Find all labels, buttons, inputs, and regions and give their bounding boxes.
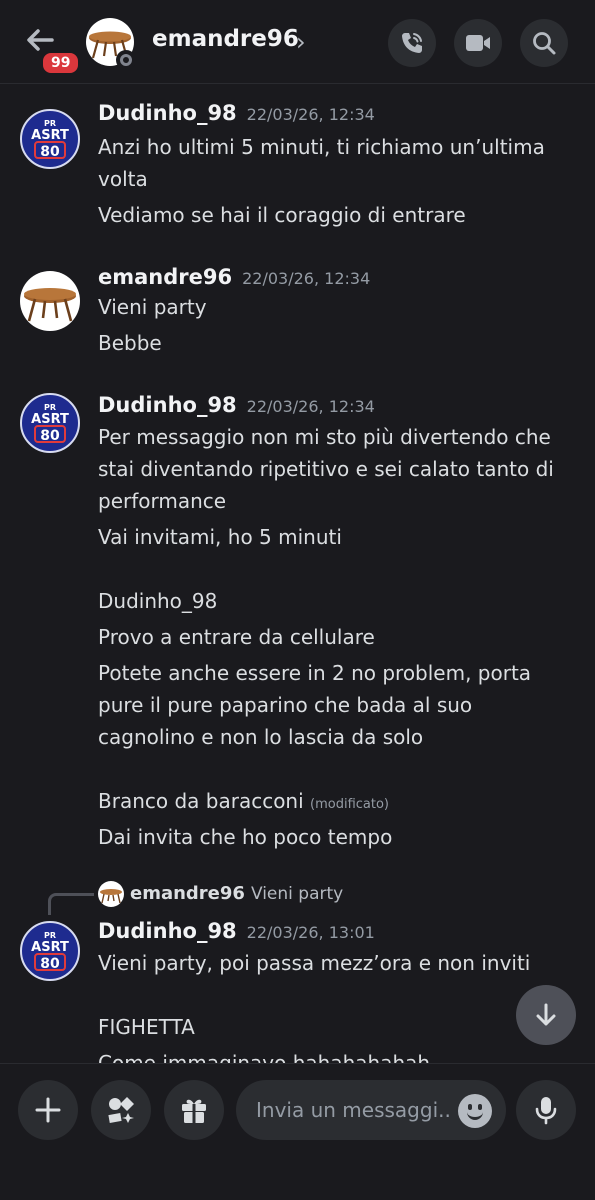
table-avatar-image: [24, 288, 76, 322]
user-avatar[interactable]: PR ASRT 80: [20, 921, 80, 981]
message-author[interactable]: Dudinho_98: [98, 101, 237, 125]
message-line: Branco da baracconi (modificato): [98, 785, 389, 821]
attach-button[interactable]: [18, 1080, 78, 1140]
message-line: cagnolino e non lo lascia da solo: [98, 725, 424, 749]
message-author[interactable]: emandre96: [98, 265, 232, 289]
arrow-down-icon: [536, 1003, 556, 1026]
reply-connector: [48, 893, 94, 915]
message-meta: Dudinho_98 22/03/26, 13:01: [98, 919, 375, 943]
message-line: Vai invitami, ho 5 minuti: [98, 525, 342, 549]
avatar-text: PR: [44, 931, 56, 940]
avatar-text: ASRT: [31, 412, 69, 427]
video-icon: [466, 35, 490, 51]
asrt-logo-icon: PR ASRT 80: [31, 931, 69, 972]
message-meta: emandre96 22/03/26, 12:34: [98, 265, 370, 289]
reply-avatar: [98, 881, 124, 907]
message-meta: Dudinho_98 22/03/26, 12:34: [98, 393, 375, 417]
message-line: Per messaggio non mi sto più divertendo …: [98, 425, 551, 449]
asrt-logo-icon: PR ASRT 80: [31, 403, 69, 444]
call-button[interactable]: [388, 19, 436, 67]
message-line: Vediamo se hai il coraggio di entrare: [98, 203, 466, 227]
avatar-text: PR: [44, 403, 56, 412]
status-indicator: [116, 50, 136, 70]
gift-icon: [182, 1099, 206, 1123]
gift-button[interactable]: [164, 1080, 224, 1140]
user-avatar[interactable]: [20, 271, 80, 331]
unread-badge: 99: [40, 50, 82, 76]
avatar-text: 80: [40, 428, 60, 444]
message-timestamp: 22/03/26, 12:34: [246, 105, 375, 124]
message-timestamp: 22/03/26, 12:34: [242, 269, 371, 288]
chat-header: 99 emandre96 ›: [0, 0, 595, 84]
message-meta: Dudinho_98 22/03/26, 12:34: [98, 101, 375, 125]
message-line: Potete anche essere in 2 no problem, por…: [98, 661, 532, 685]
search-button[interactable]: [520, 19, 568, 67]
microphone-icon: [535, 1097, 557, 1125]
asrt-logo-icon: PR ASRT 80: [31, 119, 69, 160]
plus-icon: [35, 1097, 61, 1123]
apps-button[interactable]: [91, 1080, 151, 1140]
user-avatar[interactable]: PR ASRT 80: [20, 109, 80, 169]
message-input-container[interactable]: [236, 1080, 506, 1140]
message-line: volta: [98, 167, 148, 191]
message-line: pure il pure paparino che bada al suo: [98, 693, 473, 717]
composer-bar: [0, 1063, 595, 1200]
message-input[interactable]: [256, 1094, 456, 1126]
avatar-text: 80: [40, 956, 60, 972]
avatar-text: 80: [40, 144, 60, 160]
message-line: Dudinho_98: [98, 589, 218, 613]
message-line: Dai invita che ho poco tempo: [98, 825, 393, 849]
avatar-text: PR: [44, 119, 56, 128]
message-author[interactable]: Dudinho_98: [98, 393, 237, 417]
message-author[interactable]: Dudinho_98: [98, 919, 237, 943]
message-line: performance: [98, 489, 227, 513]
avatar-text: ASRT: [31, 128, 69, 143]
call-icon: [402, 33, 422, 53]
emoji-icon[interactable]: [458, 1094, 492, 1128]
message-line: Anzi ho ultimi 5 minuti, ti richiamo un’…: [98, 135, 545, 159]
message-line: stai diventando ripetitivo e sei calato …: [98, 457, 554, 481]
message-timestamp: 22/03/26, 13:01: [246, 923, 375, 942]
channel-title[interactable]: emandre96: [152, 26, 299, 52]
avatar-text: ASRT: [31, 940, 69, 955]
message-line: Bebbe: [98, 331, 162, 355]
edited-label: (modificato): [310, 797, 390, 812]
message-line: Vieni party: [98, 295, 207, 319]
message-timestamp: 22/03/26, 12:34: [246, 397, 375, 416]
scroll-to-bottom-button[interactable]: [516, 985, 576, 1045]
table-avatar-image: [100, 889, 122, 904]
message-line: Come immaginavo hahahahahah: [98, 1051, 431, 1063]
reply-author: emandre96: [130, 883, 245, 904]
video-call-button[interactable]: [454, 19, 502, 67]
chevron-right-icon[interactable]: ›: [296, 28, 306, 56]
message-line: Provo a entrare da cellulare: [98, 625, 375, 649]
user-avatar[interactable]: PR ASRT 80: [20, 393, 80, 453]
reply-text: Vieni party: [250, 884, 344, 904]
apps-icon: [108, 1097, 134, 1123]
message-text: Branco da baracconi: [98, 789, 304, 813]
voice-message-button[interactable]: [516, 1080, 576, 1140]
message-line: Vieni party, poi passa mezz’ora e non in…: [98, 951, 531, 975]
message-list[interactable]: PR ASRT 80 Dudinho_98 22/03/26, 12:34 Anz…: [0, 85, 595, 1063]
message-line: FIGHETTA: [98, 1015, 195, 1039]
search-icon: [533, 32, 556, 55]
reply-preview[interactable]: emandre96 Vieni party: [130, 883, 343, 904]
